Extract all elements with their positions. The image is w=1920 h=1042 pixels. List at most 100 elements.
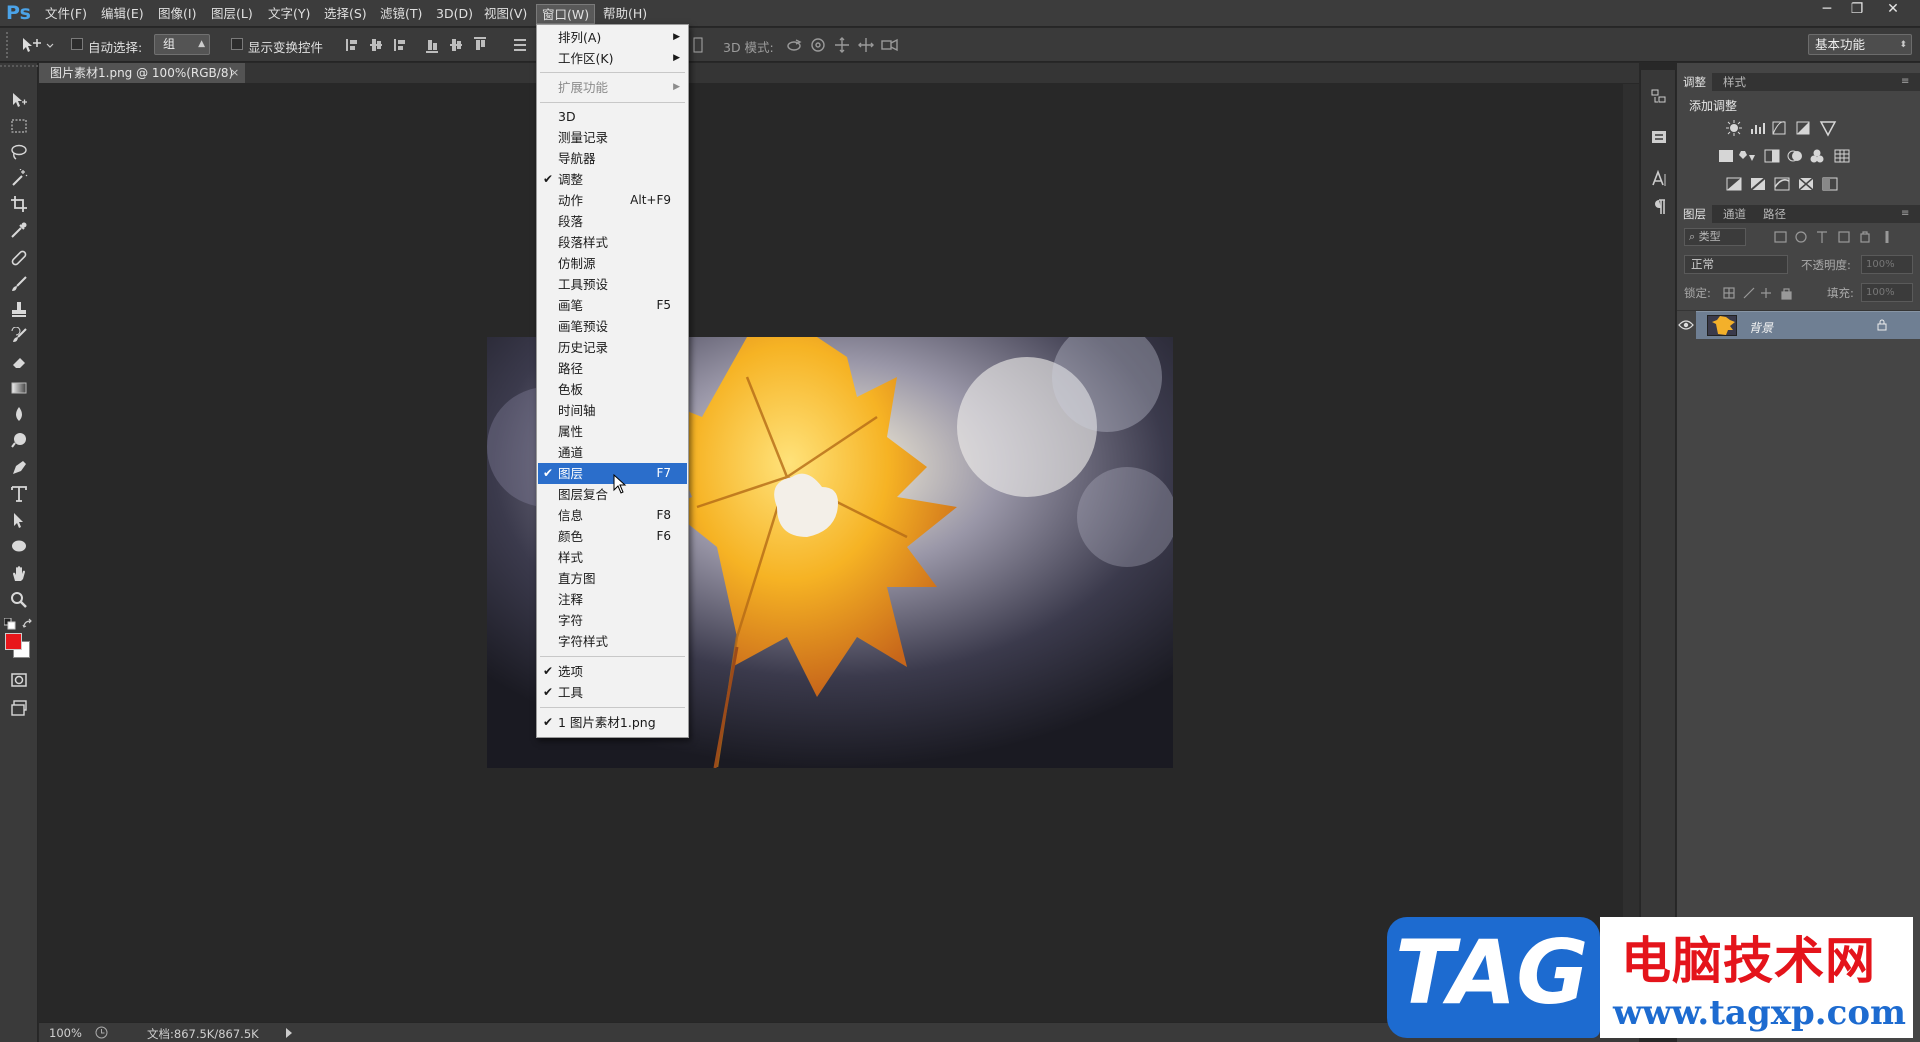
menu-item-paths[interactable]: 路径 <box>538 358 687 379</box>
fill-label: 填充: <box>1827 286 1854 300</box>
tab-paths[interactable]: 路径 <box>1757 205 1792 223</box>
tab-adjustments[interactable]: 调整 <box>1677 73 1712 91</box>
menu-item-timeline[interactable]: 时间轴 <box>538 400 687 421</box>
type-tool-icon[interactable] <box>8 483 30 505</box>
menu-item-navigator[interactable]: 导航器 <box>538 148 687 169</box>
document-tab-close-icon[interactable]: × <box>230 63 239 83</box>
status-menu-arrow-icon[interactable] <box>285 1027 293 1039</box>
menu-item-open-document[interactable]: ✔ 1 图片素材1.png <box>538 712 687 733</box>
menu-item-history[interactable]: 历史记录 <box>538 337 687 358</box>
grip-handle[interactable] <box>6 32 8 58</box>
menu-item-workspace[interactable]: 工作区(K) ▶ <box>538 48 687 69</box>
menu-item-histogram[interactable]: 直方图 <box>538 568 687 589</box>
menu-type[interactable]: 文字(Y) <box>263 4 315 24</box>
menu-item-channels[interactable]: 通道 <box>538 442 687 463</box>
menu-item-paragraph[interactable]: 段落 <box>538 211 687 232</box>
menu-item-notes[interactable]: 注释 <box>538 589 687 610</box>
menu-item-brush-presets[interactable]: 画笔预设 <box>538 316 687 337</box>
zoom-level[interactable]: 100% <box>49 1026 82 1040</box>
ellipse-tool-icon[interactable] <box>8 535 30 557</box>
document-tab[interactable]: 图片素材1.png @ 100%(RGB/8) <box>39 63 245 83</box>
menu-image[interactable]: 图像(I) <box>153 4 201 24</box>
lasso-tool-icon[interactable] <box>8 141 30 163</box>
move-tool-icon[interactable] <box>8 89 30 111</box>
eyedropper-tool-icon[interactable] <box>8 219 30 241</box>
menu-item-properties[interactable]: 属性 <box>538 421 687 442</box>
move-tool-preset-icon[interactable] <box>20 36 56 54</box>
menu-window[interactable]: 窗口(W) <box>536 4 596 24</box>
menu-item-character-styles[interactable]: 字符样式 <box>538 631 687 652</box>
tab-channels[interactable]: 通道 <box>1717 205 1752 223</box>
character-panel-icon[interactable] <box>1650 170 1668 188</box>
show-transform-checkbox[interactable] <box>231 38 243 50</box>
history-panel-icon[interactable] <box>1650 88 1668 106</box>
foreground-color-swatch[interactable] <box>5 633 22 650</box>
dodge-tool-icon[interactable] <box>8 429 30 451</box>
paragraph-panel-icon[interactable] <box>1650 198 1668 216</box>
menu-item-paragraph-styles[interactable]: 段落样式 <box>538 232 687 253</box>
menu-item-character[interactable]: 字符 <box>538 610 687 631</box>
menu-item-options[interactable]: ✔ 选项 <box>538 661 687 682</box>
menu-item-clone-source[interactable]: 仿制源 <box>538 253 687 274</box>
swap-colors-icon[interactable] <box>22 618 34 630</box>
crop-tool-icon[interactable] <box>8 193 30 215</box>
opacity-input[interactable]: 100% <box>1861 255 1913 274</box>
pen-tool-icon[interactable] <box>8 457 30 479</box>
restore-button[interactable]: ❐ <box>1840 0 1874 20</box>
default-colors-icon[interactable] <box>4 618 16 630</box>
menu-help[interactable]: 帮助(H) <box>598 4 652 24</box>
menu-item-brush[interactable]: 画笔 F5 <box>538 295 687 316</box>
menu-edit[interactable]: 编辑(E) <box>96 4 149 24</box>
menu-item-3d[interactable]: 3D <box>538 106 687 127</box>
menu-item-measurement-log[interactable]: 测量记录 <box>538 127 687 148</box>
history-brush-tool-icon[interactable] <box>8 325 30 347</box>
close-button[interactable]: ✕ <box>1876 0 1910 20</box>
tab-styles[interactable]: 样式 <box>1717 73 1752 91</box>
magic-wand-tool-icon[interactable] <box>8 167 30 189</box>
canvas-vertical-scrollbar[interactable] <box>1623 84 1639 1022</box>
menu-item-tool-presets[interactable]: 工具预设 <box>538 274 687 295</box>
clone-stamp-tool-icon[interactable] <box>8 299 30 321</box>
menu-item-arrange[interactable]: 排列(A) ▶ <box>538 27 687 48</box>
layer-kind-filter[interactable]: ⌕ 类型 <box>1684 228 1746 246</box>
menu-item-actions[interactable]: 动作 Alt+F9 <box>538 190 687 211</box>
menu-item-swatches[interactable]: 色板 <box>538 379 687 400</box>
quick-mask-icon[interactable] <box>8 669 30 691</box>
menu-item-styles[interactable]: 样式 <box>538 547 687 568</box>
menu-item-color[interactable]: 颜色 F6 <box>538 526 687 547</box>
fill-input[interactable]: 100% <box>1861 283 1913 302</box>
auto-select-dropdown[interactable]: 组 ▲ <box>154 34 210 55</box>
workspace-dropdown[interactable]: 基本功能 ⬍ <box>1808 34 1912 55</box>
auto-select-checkbox[interactable] <box>71 38 83 50</box>
menu-item-adjustments[interactable]: ✔ 调整 <box>538 169 687 190</box>
tab-layers[interactable]: 图层 <box>1677 205 1712 223</box>
menu-filter[interactable]: 滤镜(T) <box>375 4 427 24</box>
blend-mode-dropdown[interactable]: 正常 <box>1684 255 1788 274</box>
workspace-value: 基本功能 <box>1815 37 1866 52</box>
distribute-icon[interactable] <box>692 37 704 53</box>
brush-tool-icon[interactable] <box>8 273 30 295</box>
tools-grip[interactable] <box>0 65 38 71</box>
minimize-button[interactable]: ─ <box>1810 0 1844 20</box>
layers-panel-menu-icon[interactable]: ≡ <box>1901 208 1909 219</box>
panel-menu-icon[interactable]: ≡ <box>1901 76 1909 87</box>
blur-tool-icon[interactable] <box>8 403 30 425</box>
healing-brush-tool-icon[interactable] <box>8 247 30 269</box>
menu-item-tools[interactable]: ✔ 工具 <box>538 682 687 703</box>
menu-item-info[interactable]: 信息 F8 <box>538 505 687 526</box>
menu-select[interactable]: 选择(S) <box>319 4 372 24</box>
menu-3d[interactable]: 3D(D) <box>431 4 478 24</box>
marquee-tool-icon[interactable] <box>8 115 30 137</box>
hand-tool-icon[interactable] <box>8 563 30 585</box>
gradient-tool-icon[interactable] <box>8 377 30 399</box>
eraser-tool-icon[interactable] <box>8 351 30 373</box>
status-preview-icon[interactable] <box>95 1026 108 1039</box>
path-selection-tool-icon[interactable] <box>8 509 30 531</box>
menu-layer[interactable]: 图层(L) <box>206 4 258 24</box>
layer-visibility-toggle[interactable] <box>1677 311 1695 339</box>
screen-mode-icon[interactable] <box>8 697 30 719</box>
menu-view[interactable]: 视图(V) <box>479 4 532 24</box>
properties-panel-icon[interactable] <box>1650 128 1668 146</box>
zoom-tool-icon[interactable] <box>8 589 30 611</box>
menu-file[interactable]: 文件(F) <box>40 4 92 24</box>
